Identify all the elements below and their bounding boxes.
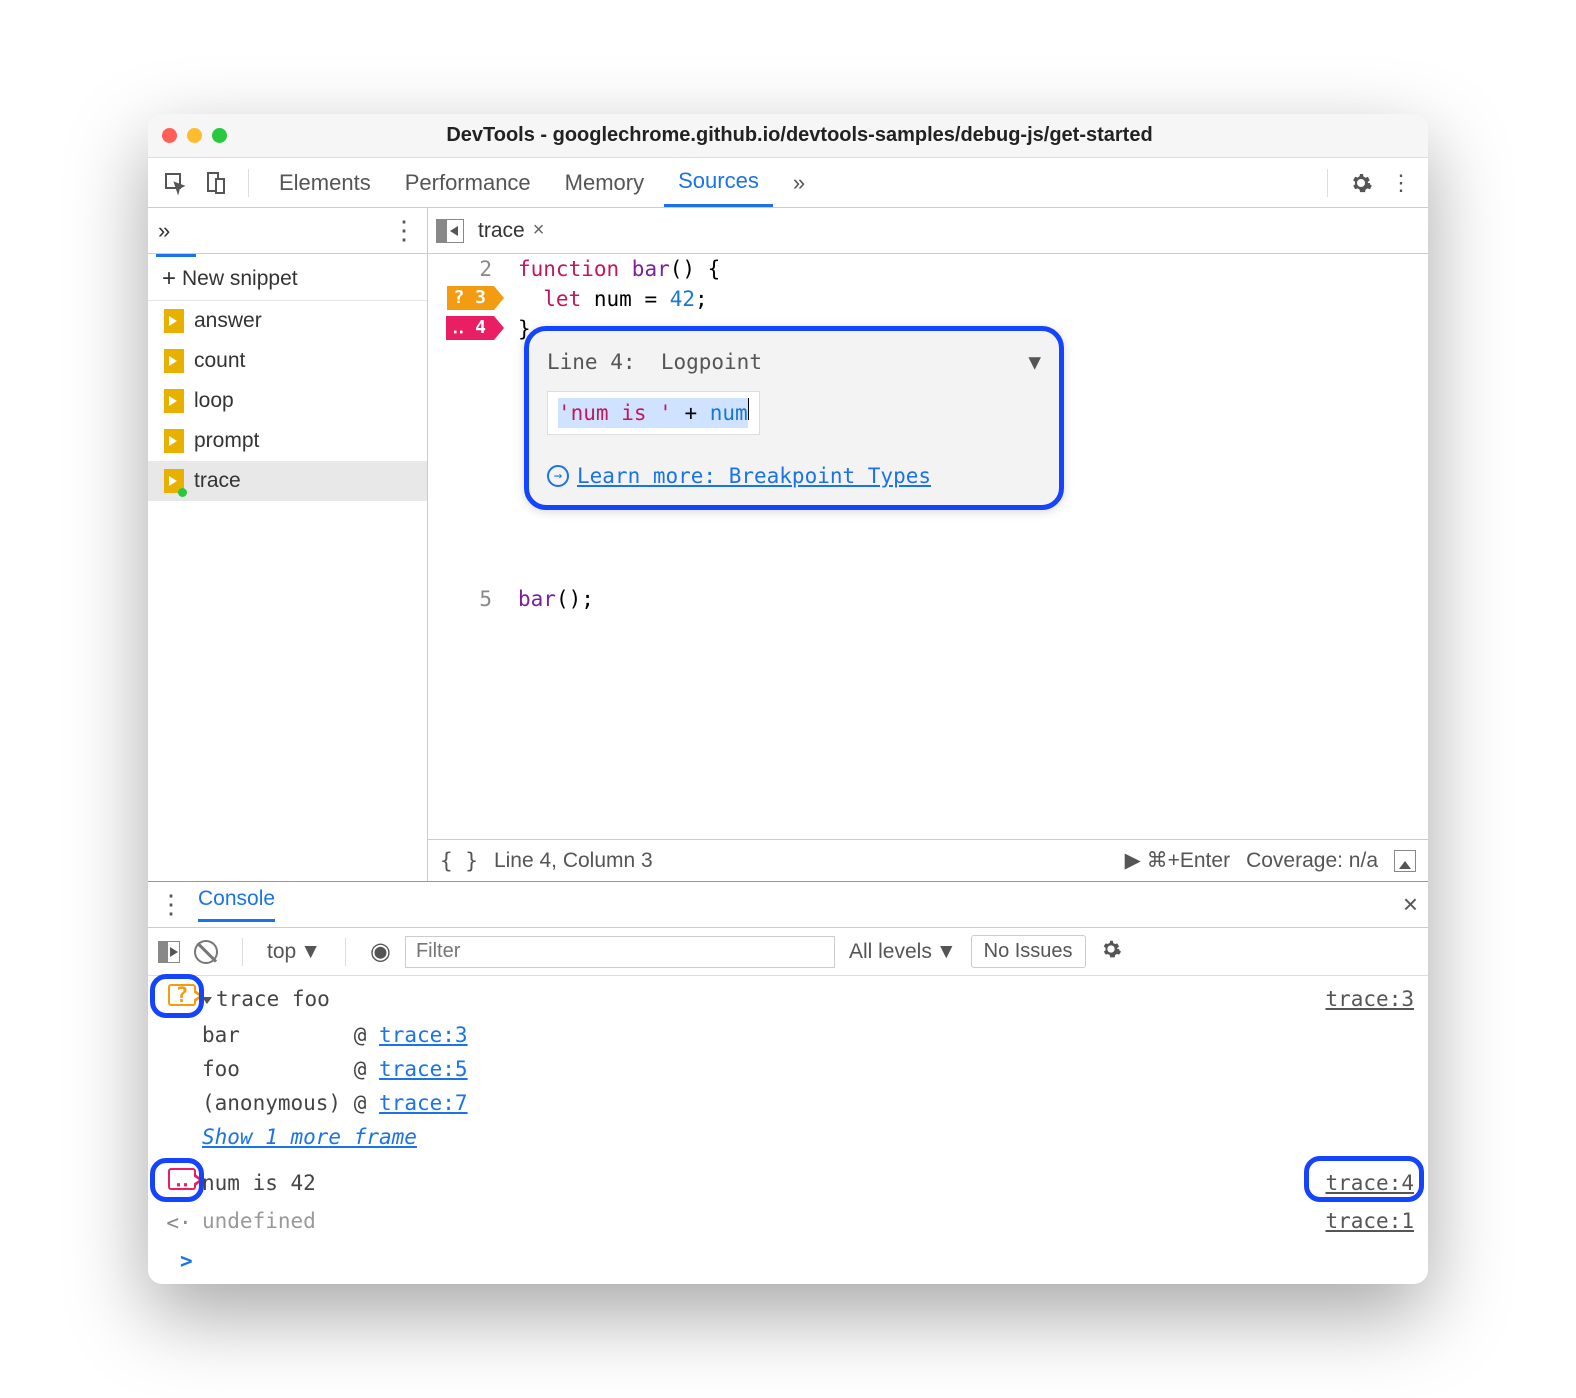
console-panel: ⋮ Console × top ▼ ◉ All levels ▼ No Issu… xyxy=(148,881,1428,1284)
console-prompt[interactable]: > xyxy=(148,1242,1428,1280)
console-output: ? trace foo trace:3 bar @ trace:3 foo @ … xyxy=(148,976,1428,1284)
conditional-breakpoint-icon[interactable]: ? 3 xyxy=(447,286,494,310)
arrow-right-circle-icon: → xyxy=(547,465,569,487)
snippet-icon xyxy=(164,389,184,413)
stack-frame: bar @ trace:3 xyxy=(148,1018,1428,1052)
line-number[interactable]: ? 3 xyxy=(428,284,492,314)
tab-elements[interactable]: Elements xyxy=(265,160,385,206)
snippet-icon xyxy=(164,309,184,333)
toggle-navigator-icon[interactable] xyxy=(436,219,464,243)
return-value-icon: <· xyxy=(166,1206,191,1240)
sidebar-more-icon[interactable]: ⋮ xyxy=(391,215,417,246)
close-tab-icon[interactable]: × xyxy=(533,219,545,242)
logpoint-icon[interactable]: ‥ 4 xyxy=(446,316,494,340)
line-number[interactable]: 5 xyxy=(428,584,492,614)
source-link[interactable]: trace:5 xyxy=(379,1057,468,1081)
stack-frame: (anonymous) @ trace:7 xyxy=(148,1086,1428,1120)
new-snippet-button[interactable]: + New snippet xyxy=(148,257,427,301)
tab-sources[interactable]: Sources xyxy=(664,158,773,207)
chevron-down-icon[interactable]: ▼ xyxy=(1028,347,1041,377)
window-title: DevTools - googlechrome.github.io/devtoo… xyxy=(245,124,1414,147)
coverage-label: Coverage: n/a xyxy=(1246,849,1378,873)
main-toolbar: Elements Performance Memory Sources » ⋮ xyxy=(148,158,1428,208)
editor-tabs: trace × xyxy=(428,208,1428,254)
prompt-caret-icon: > xyxy=(162,1244,193,1278)
editor-status-bar: { } Line 4, Column 3 ▶ ⌘+Enter Coverage:… xyxy=(428,839,1428,881)
disclosure-triangle-icon[interactable] xyxy=(202,997,212,1004)
console-toolbar: top ▼ ◉ All levels ▼ No Issues xyxy=(148,928,1428,976)
kebab-icon[interactable]: ⋮ xyxy=(1384,166,1418,200)
devtools-window: DevTools - googlechrome.github.io/devtoo… xyxy=(148,114,1428,1284)
logpoint-badge-icon: ‥ xyxy=(168,1168,196,1190)
snippet-icon xyxy=(164,429,184,453)
close-drawer-icon[interactable]: × xyxy=(1403,889,1418,920)
pretty-print-icon[interactable]: { } xyxy=(440,849,478,873)
breakpoint-edit-popup: Line 4: Logpoint ▼ 'num is ' + num → Lea… xyxy=(524,326,1064,510)
file-item-loop[interactable]: loop xyxy=(148,381,427,421)
breakpoint-type-dropdown[interactable]: Logpoint xyxy=(661,347,762,377)
new-snippet-label: New snippet xyxy=(182,267,298,291)
clear-console-icon[interactable] xyxy=(194,940,218,964)
tab-memory[interactable]: Memory xyxy=(551,160,658,206)
file-item-answer[interactable]: answer xyxy=(148,301,427,341)
file-list: answer count loop prompt trace xyxy=(148,301,427,501)
editor-tab-trace[interactable]: trace × xyxy=(474,219,548,243)
line-number[interactable]: ‥ 4 xyxy=(428,314,492,344)
console-row: <· undefined trace:1 xyxy=(148,1202,1428,1242)
file-item-count[interactable]: count xyxy=(148,341,427,381)
file-item-prompt[interactable]: prompt xyxy=(148,421,427,461)
gear-icon[interactable] xyxy=(1100,938,1122,966)
context-selector[interactable]: top ▼ xyxy=(267,940,321,964)
sidebar-header: » ⋮ xyxy=(148,208,427,254)
logpoint-expression-input[interactable]: 'num is ' + num xyxy=(547,391,760,435)
console-more-icon[interactable]: ⋮ xyxy=(158,889,184,920)
issues-button[interactable]: No Issues xyxy=(971,935,1086,968)
tab-overflow[interactable]: » xyxy=(779,160,819,206)
code-editor[interactable]: 2 ? 3 ‥ 4 5 function bar() { let num = 4… xyxy=(428,254,1428,839)
popup-line-label: Line 4: xyxy=(547,347,636,377)
maximize-icon[interactable] xyxy=(212,128,227,143)
live-expression-icon[interactable]: ◉ xyxy=(370,937,391,966)
snippet-icon xyxy=(164,349,184,373)
conditional-breakpoint-badge-icon: ? xyxy=(168,984,196,1006)
learn-more-link[interactable]: Learn more: Breakpoint Types xyxy=(577,461,931,491)
inspect-icon[interactable] xyxy=(158,166,192,200)
run-hint[interactable]: ▶ ⌘+Enter xyxy=(1125,848,1230,873)
cursor-position: Line 4, Column 3 xyxy=(494,849,653,873)
close-icon[interactable] xyxy=(162,128,177,143)
sidebar: » ⋮ + New snippet answer count loop prom… xyxy=(148,208,428,881)
tab-console[interactable]: Console xyxy=(198,887,275,922)
plus-icon: + xyxy=(162,265,176,293)
sidebar-overflow[interactable]: » xyxy=(158,218,170,244)
source-link[interactable]: trace:7 xyxy=(379,1091,468,1115)
minimize-icon[interactable] xyxy=(187,128,202,143)
source-link[interactable]: trace:1 xyxy=(1325,1204,1414,1238)
show-sidebar-icon[interactable] xyxy=(158,941,180,963)
file-item-trace[interactable]: trace xyxy=(148,461,427,501)
source-link[interactable]: trace:3 xyxy=(1325,982,1414,1016)
console-row: ? trace foo trace:3 xyxy=(148,980,1428,1018)
device-icon[interactable] xyxy=(198,166,232,200)
show-more-frames[interactable]: Show 1 more frame xyxy=(148,1120,1428,1154)
source-link[interactable]: trace:4 xyxy=(1325,1166,1414,1200)
tab-performance[interactable]: Performance xyxy=(391,160,545,206)
titlebar: DevTools - googlechrome.github.io/devtoo… xyxy=(148,114,1428,158)
filter-input[interactable] xyxy=(405,936,835,968)
line-number[interactable]: 2 xyxy=(428,254,492,284)
stack-frame: foo @ trace:5 xyxy=(148,1052,1428,1086)
log-levels-dropdown[interactable]: All levels ▼ xyxy=(849,940,957,964)
modified-dot-icon xyxy=(178,488,187,497)
console-row: ‥ num is 42 trace:4 xyxy=(148,1164,1428,1202)
editor-area: trace × 2 ? 3 ‥ 4 5 function bar() { let… xyxy=(428,208,1428,881)
show-side-panel-icon[interactable] xyxy=(1394,850,1416,872)
source-link[interactable]: trace:3 xyxy=(379,1023,468,1047)
gear-icon[interactable] xyxy=(1344,166,1378,200)
